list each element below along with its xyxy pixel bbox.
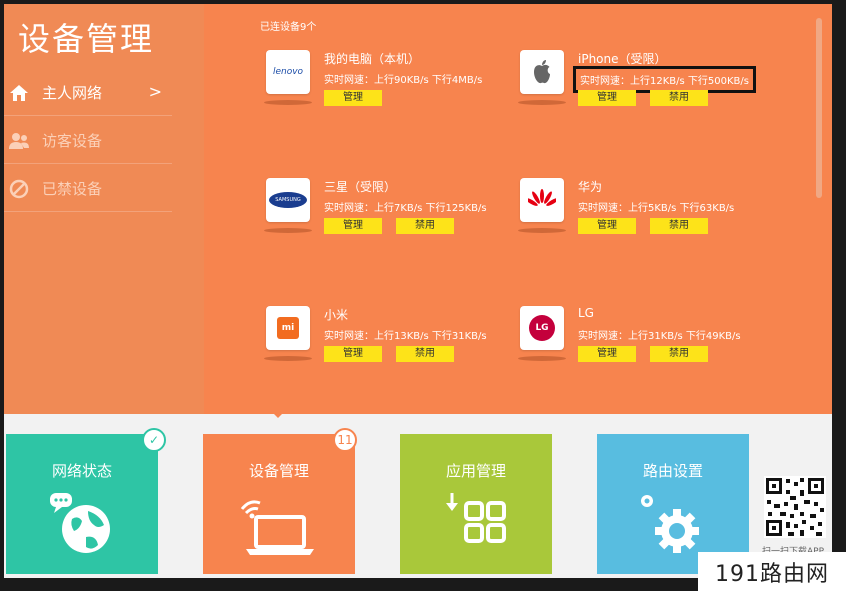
manage-button[interactable]: 管理 — [324, 346, 382, 362]
tile-app-management[interactable]: 应用管理 — [400, 434, 552, 574]
device-speed: 实时网速：上行13KB/s 下行31KB/s — [324, 331, 487, 342]
page-title: 设备管理 — [18, 20, 155, 58]
device-name: 我的电脑（本机） — [324, 52, 421, 66]
site-watermark: 191路由网 — [698, 552, 846, 591]
device-speed: 实时网速：上行31KB/s 下行49KB/s — [578, 331, 741, 342]
samsung-logo: SAMSUNG — [266, 178, 310, 222]
device-name: 三星（受限） — [324, 180, 397, 194]
top-panel: 设备管理 主人网络 > 访客设备 已禁设备 已连设备9个 lenovo 我的电脑… — [4, 4, 832, 414]
chevron-right-icon: > — [148, 82, 162, 101]
device-card: 华为 实时网速：上行5KB/s 下行63KB/s 管理 禁用 — [518, 172, 770, 282]
huawei-logo — [520, 178, 564, 222]
tile-label: 网络状态 — [51, 462, 112, 480]
manage-button[interactable]: 管理 — [578, 90, 636, 106]
block-button[interactable]: 禁用 — [396, 346, 454, 362]
logo-shadow — [518, 100, 566, 105]
apple-icon — [520, 50, 564, 94]
scrollbar[interactable] — [816, 18, 822, 198]
sidebar-item-label: 主人网络 — [42, 84, 103, 102]
qr-code — [764, 476, 826, 538]
device-list-panel: 已连设备9个 lenovo 我的电脑（本机） 实时网速：上行90KB/s 下行4… — [204, 4, 832, 414]
sidebar-item-guest-devices[interactable]: 访客设备 — [4, 118, 172, 164]
tile-label: 设备管理 — [248, 462, 309, 480]
lg-logo: LG — [520, 306, 564, 350]
sidebar-item-label: 已禁设备 — [42, 180, 103, 198]
tile-device-management[interactable]: 设备管理 11 — [203, 428, 357, 574]
connected-count: 已连设备9个 — [260, 22, 317, 33]
home-icon — [8, 82, 30, 104]
device-speed: 实时网速：上行90KB/s 下行4MB/s — [324, 75, 483, 86]
tile-label: 应用管理 — [445, 462, 506, 480]
manage-button[interactable]: 管理 — [324, 90, 382, 106]
device-card: LG LG 实时网速：上行31KB/s 下行49KB/s 管理 禁用 — [518, 300, 770, 410]
logo-shadow — [264, 100, 312, 105]
xiaomi-logo: mi — [266, 306, 310, 350]
device-name: 华为 — [578, 180, 603, 194]
block-button[interactable]: 禁用 — [650, 90, 708, 106]
laptop-wifi-icon — [203, 484, 355, 564]
app-grid-icon — [400, 484, 552, 564]
device-speed: 实时网速：上行5KB/s 下行63KB/s — [578, 203, 735, 214]
device-card: SAMSUNG 三星（受限） 实时网速：上行7KB/s 下行125KB/s 管理… — [264, 172, 516, 282]
block-button[interactable]: 禁用 — [396, 218, 454, 234]
lenovo-logo: lenovo — [266, 50, 310, 94]
logo-shadow — [518, 228, 566, 233]
device-card: iPhone（受限） 实时网速：上行12KB/s 下行500KB/s 管理 禁用 — [518, 44, 770, 154]
logo-shadow — [518, 356, 566, 361]
device-name: 小米 — [324, 308, 349, 322]
device-speed-highlighted: 实时网速：上行12KB/s 下行500KB/s — [573, 66, 756, 93]
check-icon: ✓ — [142, 428, 166, 452]
device-card: mi 小米 实时网速：上行13KB/s 下行31KB/s 管理 禁用 — [264, 300, 516, 410]
tile-network-status[interactable]: 网络状态 ✓ — [6, 428, 166, 574]
block-button[interactable]: 禁用 — [650, 346, 708, 362]
device-count-badge: 11 — [333, 428, 357, 452]
device-name: iPhone（受限） — [578, 52, 667, 66]
active-tab-pointer — [268, 408, 288, 418]
block-button[interactable]: 禁用 — [650, 218, 708, 234]
manage-button[interactable]: 管理 — [578, 346, 636, 362]
logo-shadow — [264, 356, 312, 361]
blocked-icon — [8, 178, 30, 200]
sidebar-item-owner-network[interactable]: 主人网络 > — [4, 70, 172, 116]
app-window: 设备管理 主人网络 > 访客设备 已禁设备 已连设备9个 lenovo 我的电脑… — [4, 4, 832, 578]
sidebar-item-blocked-devices[interactable]: 已禁设备 — [4, 166, 172, 212]
globe-chat-icon — [6, 484, 158, 564]
users-icon — [8, 130, 30, 152]
device-card: lenovo 我的电脑（本机） 实时网速：上行90KB/s 下行4MB/s 管理 — [264, 44, 516, 154]
manage-button[interactable]: 管理 — [578, 218, 636, 234]
sidebar-item-label: 访客设备 — [42, 132, 103, 150]
device-speed: 实时网速：上行7KB/s 下行125KB/s — [324, 203, 487, 214]
device-name: LG — [578, 306, 594, 320]
sidebar: 设备管理 主人网络 > 访客设备 已禁设备 — [4, 4, 204, 414]
manage-button[interactable]: 管理 — [324, 218, 382, 234]
tile-label: 路由设置 — [642, 462, 703, 480]
logo-shadow — [264, 228, 312, 233]
